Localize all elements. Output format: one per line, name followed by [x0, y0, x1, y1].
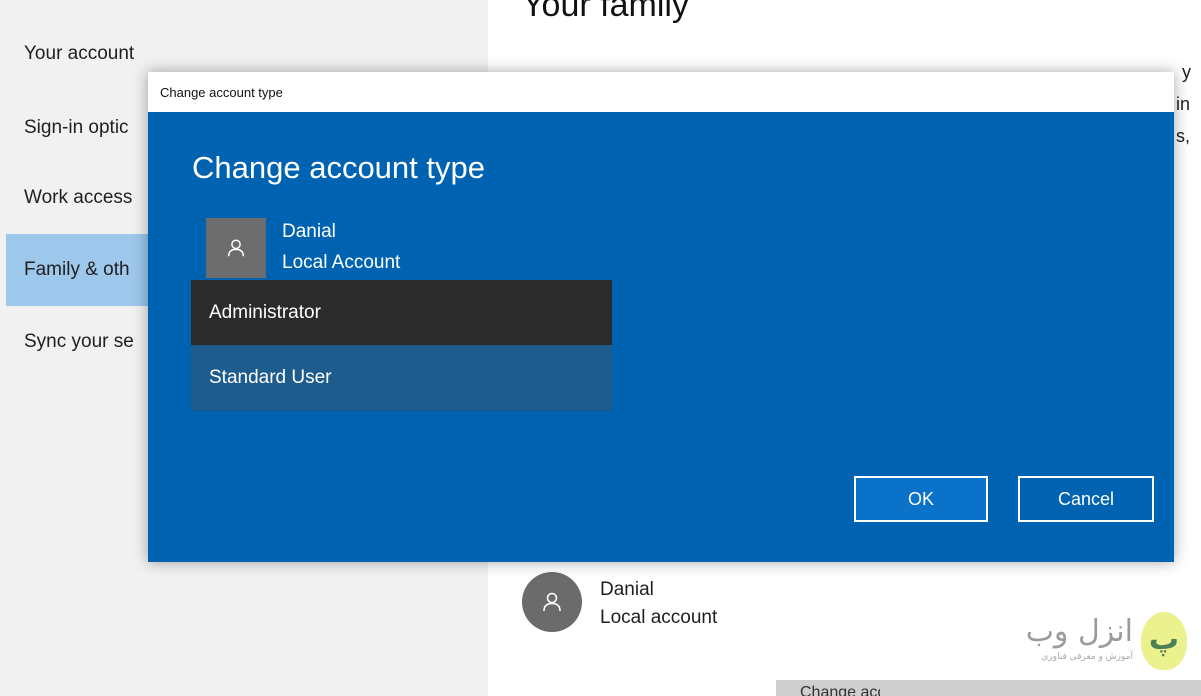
- watermark-logo: ﭖ انزل وب آموزش و معرفی فناوری: [1003, 610, 1193, 680]
- dialog-user-account-type: Local Account: [282, 252, 401, 273]
- change-account-type-dialog: Change account type Change account type …: [148, 72, 1174, 562]
- body-text-fragment: in: [1176, 94, 1191, 114]
- body-text-fragment: y: [1182, 62, 1191, 82]
- sidebar-item-label: Family & oth: [24, 259, 130, 280]
- user-account-type: Local account: [600, 607, 718, 628]
- dropdown-option-label: Administrator: [209, 301, 321, 323]
- change-account-type-label: Change account type: [800, 684, 880, 696]
- person-icon: [543, 592, 561, 612]
- dialog-window-title: Change account type: [160, 84, 283, 100]
- dialog-heading: Change account type: [192, 150, 485, 185]
- user-name: Danial: [600, 579, 654, 600]
- person-icon: [227, 239, 245, 257]
- sidebar-item-label: Sync your se: [24, 331, 134, 352]
- sidebar-item-label: Sign-in optic: [24, 117, 129, 138]
- dropdown-option-administrator[interactable]: Administrator: [191, 280, 612, 345]
- dialog-user-info: Danial Local Account: [206, 218, 400, 278]
- sidebar-item-label: Work access: [24, 187, 133, 208]
- ok-button[interactable]: OK: [854, 476, 988, 522]
- watermark-glyph: ﭖ: [1148, 622, 1179, 657]
- dialog-titlebar[interactable]: Change account type: [148, 72, 1174, 112]
- body-text-fragment: s,: [1176, 126, 1191, 146]
- avatar: [206, 218, 266, 278]
- user-list-item[interactable]: Danial Local account: [522, 572, 717, 632]
- dropdown-option-label: Standard User: [209, 366, 332, 388]
- watermark-title: انزل وب: [1025, 614, 1133, 649]
- account-type-dropdown-list[interactable]: Administrator Standard User: [191, 280, 612, 411]
- dropdown-option-standard-user[interactable]: Standard User: [191, 345, 612, 410]
- dialog-user-name: Danial: [282, 221, 336, 242]
- sidebar-item-label: Your account: [24, 43, 135, 64]
- cancel-button[interactable]: Cancel: [1018, 476, 1154, 522]
- page-title: Your family: [522, 0, 689, 24]
- avatar: [522, 572, 582, 632]
- watermark-subtitle: آموزش و معرفی فناوری: [1041, 652, 1133, 662]
